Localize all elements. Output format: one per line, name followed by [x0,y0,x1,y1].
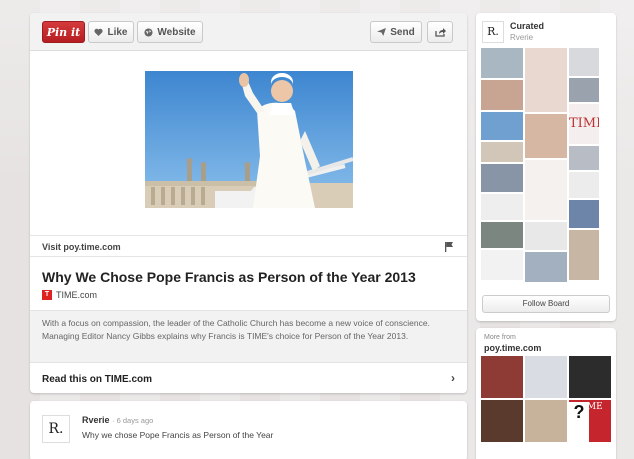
time-cover-thumb[interactable]: TIME ? [569,400,611,442]
more-from-site[interactable]: poy.time.com [484,343,541,353]
like-button[interactable]: Like [88,21,134,43]
board-thumb [569,230,599,280]
board-thumb [569,78,599,102]
board-owner-avatar[interactable]: R. [482,21,504,43]
board-thumb [481,80,523,110]
board-panel: R. Curated Rverie TIME Follow Board [476,13,616,321]
pin-source[interactable]: T TIME.com [42,290,97,300]
share-icon [434,27,446,37]
like-label: Like [107,26,128,38]
commenter-avatar[interactable]: R. [42,415,70,443]
comment-username[interactable]: Rverie [82,415,110,425]
flag-icon[interactable] [445,242,453,252]
pin-title[interactable]: Why We Chose Pope Francis as Person of t… [42,269,416,285]
more-thumb[interactable] [569,356,611,398]
more-from-label: More from [484,334,516,341]
board-thumb [569,172,599,198]
pin-it-button[interactable]: Pin it [42,21,85,43]
globe-icon [144,27,153,37]
website-button[interactable]: Website [137,21,203,43]
board-thumb [525,114,567,158]
board-thumb [525,252,567,282]
board-thumb [481,142,523,162]
send-label: Send [390,26,415,38]
board-thumb [481,222,523,248]
board-thumb [481,48,523,78]
source-name: TIME.com [56,290,98,300]
share-button[interactable] [427,21,453,43]
heart-icon [94,28,104,36]
pin-description: With a focus on compassion, the leader o… [30,310,467,363]
board-thumb [569,146,599,170]
board-owner[interactable]: Rverie [510,33,533,42]
chevron-right-icon[interactable]: › [451,371,455,385]
send-icon [377,28,387,36]
comment-meta: Rverie · 6 days ago [82,415,153,425]
visit-site-bar[interactable]: Visit poy.time.com [30,235,467,257]
board-thumb [481,250,523,280]
board-thumb [525,222,567,250]
board-thumb [525,160,567,220]
comment-panel: R. Rverie · 6 days ago Why we chose Pope… [30,401,467,459]
more-thumb[interactable] [525,356,567,398]
board-thumbnail-grid[interactable]: TIME [481,48,599,298]
more-from-panel: More from poy.time.com TIME ? [476,328,616,459]
send-button[interactable]: Send [370,21,422,43]
comment-text: Why we chose Pope Francis as Person of t… [82,430,274,440]
pin-image-area [30,51,467,235]
pope-francis-photo[interactable] [145,71,353,208]
board-thumb [569,200,599,228]
read-on-source-link[interactable]: Read this on TIME.com [42,374,152,385]
time-logo-icon: T [42,290,52,300]
comment-time: · 6 days ago [112,416,154,425]
time-cover-thumb: TIME [569,104,599,144]
board-thumb [481,112,523,140]
pin-panel: Pin it Like Website Send Visit poy.time.… [30,13,467,393]
more-thumb[interactable] [481,356,523,398]
board-thumb [481,194,523,220]
board-thumb [481,164,523,192]
pin-it-label: Pin it [46,25,81,39]
board-name[interactable]: Curated [510,21,544,31]
board-thumb [569,48,599,76]
follow-board-button[interactable]: Follow Board [482,295,610,313]
visit-site-link[interactable]: Visit poy.time.com [42,242,121,252]
more-thumb[interactable] [481,400,523,442]
website-label: Website [157,26,196,38]
more-thumb[interactable] [525,400,567,442]
board-thumb [525,48,567,112]
pin-toolbar: Pin it Like Website Send [30,13,467,51]
